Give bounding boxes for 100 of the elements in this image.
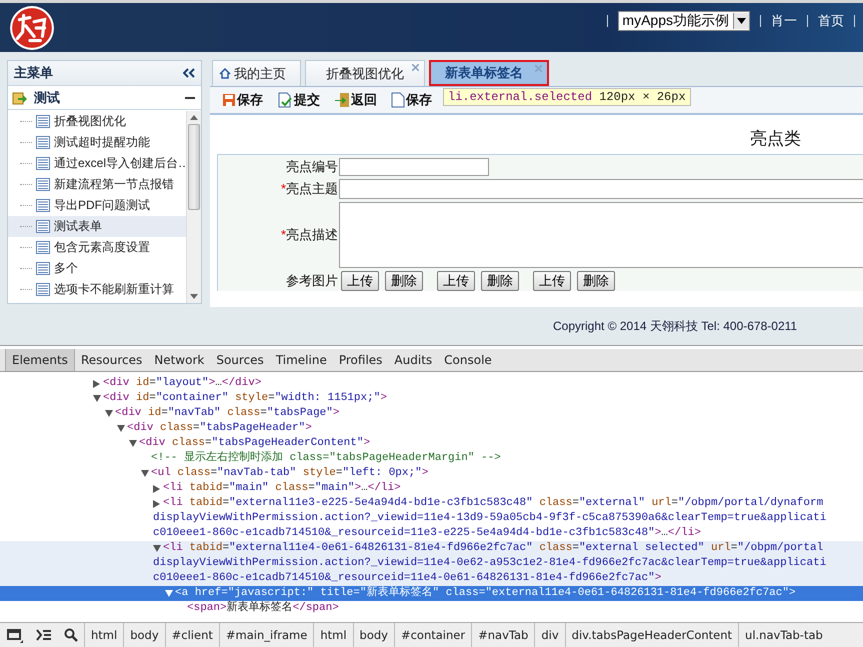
menu-item[interactable]: 新建流程第一节点报错 [8,174,186,195]
triangle-down-icon[interactable] [93,395,101,402]
form-button[interactable]: 上传 [533,271,571,291]
folder-arrow-icon [12,90,28,104]
minus-icon [185,96,195,100]
breadcrumb-item[interactable]: #navTab [471,623,534,647]
list-document-icon [36,241,50,254]
document-check-icon [277,92,293,108]
toolbar-button[interactable]: 提交 [277,91,320,109]
console-drawer-icon[interactable] [36,629,52,641]
scroll-down-arrow-icon[interactable] [190,294,198,299]
menu-item[interactable]: 包含元素高度设置 [8,237,186,258]
field-label: *亮点主题 [280,180,338,198]
dom-node-row[interactable]: <!-- 显示左右控制时添加 class="tabsPageHeaderMargin" --> [0,451,863,466]
form-button[interactable]: 上传 [437,271,475,291]
breadcrumb-item[interactable]: #client [164,623,219,647]
dom-node-row[interactable]: <div class="tabsPageHeader"> [0,421,863,436]
breadcrumb-item[interactable]: body [123,623,165,647]
toolbar-button[interactable]: 保存 [391,91,432,109]
triangle-right-icon[interactable] [153,500,160,508]
triangle-down-icon[interactable] [117,425,125,432]
menu-item[interactable]: 通过excel导入创建后台… [8,153,186,174]
dom-node-row-continuation[interactable]: c010eee1-860c-e1cadb714510&_resourceid=11e3-e225-5e4a94d4-bd1e-c3fb1c583c48">…</li> [0,526,863,541]
triangle-right-icon[interactable] [153,484,160,492]
logo-icon [9,4,55,50]
list-document-icon [36,220,50,233]
dom-node-row[interactable]: <ul class="navTab-tab" style="left: 0px;"> [0,466,863,481]
devtools-tab[interactable]: Sources [210,349,270,371]
dom-node-row[interactable]: <div id="navTab" class="tabsPage"> [0,406,863,421]
home-link[interactable]: 首页 [818,12,844,30]
menu-item[interactable]: 导出PDF问题测试 [8,195,186,216]
devtools-tab[interactable]: Profiles [332,349,388,371]
dom-node-row-continuation[interactable]: displayViewWithPermission.action?_viewid=11e4-0e62-a953c1e2-81e4-fd966e2fc7ac&clearTemp=true&applicati [0,556,863,571]
collapse-icon[interactable] [183,68,195,78]
text-area[interactable] [339,202,863,268]
breadcrumb-item[interactable]: ul.navTab-tab [738,623,829,647]
menu-item[interactable]: 测试表单 [8,216,186,237]
list-document-icon [36,262,50,275]
user-name[interactable]: 肖一 [771,12,797,30]
list-document-icon [36,283,50,296]
devtools-tab[interactable]: Audits [388,349,438,371]
dom-node-row[interactable]: <li tabid="external11e4-0e61-64826131-81e4-fd966e2fc7ac" class="external selected" url="/obpm/portal [0,541,863,556]
breadcrumb-item[interactable]: html [84,623,124,647]
form-button[interactable]: 上传 [341,271,379,291]
form-title: 亮点类 [749,128,802,150]
devtools-tab[interactable]: Resources [74,349,148,371]
home-icon [219,68,231,79]
input-field[interactable] [339,179,863,199]
form-button[interactable]: 删除 [577,271,615,291]
menu-item[interactable]: 测试超时提醒功能 [8,132,186,153]
dom-node-row[interactable]: <div id="container" style="width: 1151px;"> [0,391,863,406]
dom-node-row[interactable]: <div id="layout">…</div> [0,376,863,391]
page-tab[interactable]: 折叠视图优化 [305,60,425,86]
menu-item[interactable]: 折叠视图优化 [8,111,186,132]
dom-node-row[interactable]: <a href="javascript:" title="新表单标签名" class="external11e4-0e61-64826131-81e4-fd966e2fc7ac"> [0,586,863,601]
triangle-down-icon[interactable] [105,410,113,417]
breadcrumb-item[interactable]: html [313,623,353,647]
devtools-tab[interactable]: Console [438,349,498,371]
triangle-right-icon[interactable] [93,380,100,388]
dom-node-row[interactable]: <span>新表单标签名</span> [0,601,863,616]
dom-node-row[interactable]: <div class="tabsPageHeaderContent"> [0,436,863,451]
dock-window-icon[interactable] [6,627,24,643]
list-document-icon [36,136,50,149]
breadcrumb-item[interactable]: #main_iframe [218,623,314,647]
devtools-tab[interactable]: Elements [5,349,75,371]
list-document-icon [36,115,50,128]
toolbar-button[interactable]: 保存 [222,91,263,109]
field-label: *亮点描述 [280,226,338,244]
triangle-down-icon[interactable] [141,470,149,477]
scroll-up-arrow-icon[interactable] [190,115,198,120]
page-tab[interactable]: 我的主页 [212,60,301,86]
list-document-icon [36,157,50,170]
breadcrumb-item[interactable]: div.tabsPageHeaderContent [564,623,738,647]
field-label: 参考图片 [285,272,338,290]
devtools-tab[interactable]: Network [148,349,210,371]
menu-group-header[interactable]: 测试 [8,86,201,110]
form-button[interactable]: 删除 [481,271,519,291]
breadcrumb-item[interactable]: div [534,623,565,647]
page-tab[interactable]: 新表单标签名 [429,60,549,86]
menu-item[interactable]: 选项卡不能刷新重计算 [8,279,186,300]
breadcrumb-item[interactable]: body [352,623,394,647]
dom-node-row[interactable]: <li tabid="main" class="main">…</li> [0,481,863,496]
input-field[interactable] [339,158,489,176]
dom-node-row-continuation[interactable]: c010eee1-860c-e1cadb714510&_resourceid=11e4-0e61-64826131-81e4-fd966e2fc7ac"> [0,571,863,586]
dropdown-arrow-icon [737,18,746,24]
dom-node-row[interactable]: <li tabid="external11e3-e225-5e4a94d4-bd1e-c3fb1c583c48" class="external" url="/obpm/portal/dynaform [0,496,863,511]
devtools-tab[interactable]: Timeline [270,349,333,371]
field-label: 亮点编号 [285,158,338,176]
menu-group-title: 测试 [34,88,61,106]
toolbar-button[interactable]: 返回 [334,91,377,109]
inspect-tooltip: li.external.selected 120px × 26px [443,88,691,106]
menu-item[interactable]: 多个 [8,258,186,279]
dom-node-row-continuation[interactable]: displayViewWithPermission.action?_viewid=11e4-13d9-59a05cb4-9f3f-c5ca875390a6&clearTemp=true&applicati [0,511,863,526]
exit-arrow-icon [334,92,350,108]
breadcrumb-item[interactable]: #container [394,623,472,647]
search-icon[interactable] [64,628,78,642]
form-button[interactable]: 删除 [385,271,423,291]
app-select[interactable]: myApps功能示例 [618,10,750,30]
triangle-down-icon[interactable] [129,440,137,447]
scrollbar[interactable] [186,111,201,303]
